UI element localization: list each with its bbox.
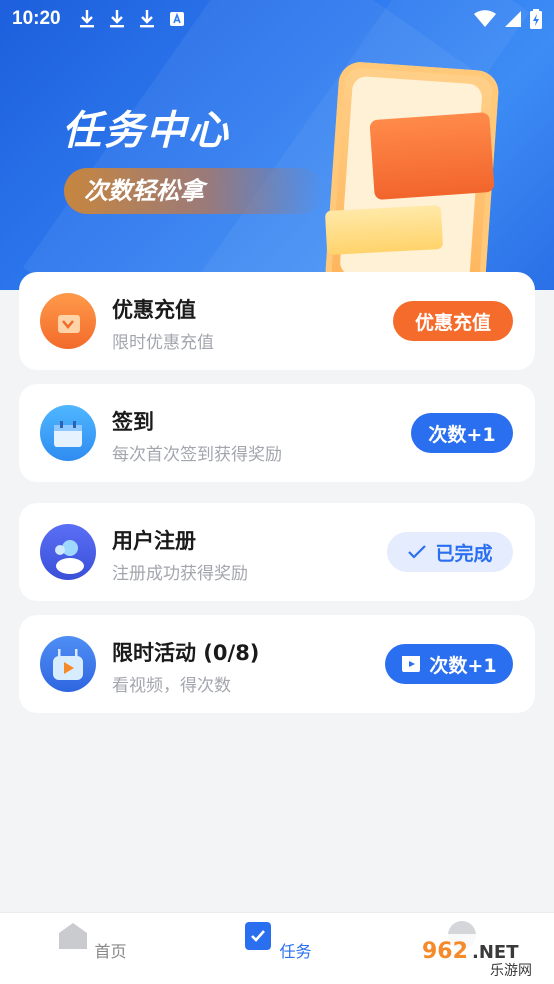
- task-desc: 限时优惠充值: [112, 333, 214, 353]
- battery-icon: [530, 9, 542, 29]
- svg-text:乐游网: 乐游网: [490, 963, 532, 979]
- task-card-register: 用户注册 注册成功获得奖励 已完成: [19, 503, 535, 601]
- task-name: 限时活动 (0/8): [112, 641, 260, 665]
- task-name: 签到: [112, 410, 154, 434]
- status-bar: 10:20: [0, 0, 554, 38]
- task-card-signin: 签到 每次首次签到获得奖励 次数+1: [19, 384, 535, 482]
- wifi-icon: [474, 10, 496, 27]
- phone-illustration-bar: [324, 204, 444, 256]
- phone-illustration-card: [369, 111, 495, 201]
- task-name: 优惠充值: [112, 298, 196, 322]
- video-icon: [402, 656, 421, 672]
- nav-item-home[interactable]: 首页: [52, 921, 132, 962]
- download-icon: [109, 10, 124, 28]
- status-time: 10:20: [12, 8, 61, 29]
- calendar-icon: [40, 405, 96, 461]
- video-button-label: 次数+1: [429, 654, 497, 677]
- nav-label: 任务: [279, 942, 312, 961]
- tv-robot-icon: [40, 636, 96, 692]
- discount-recharge-button[interactable]: 优惠充值: [393, 301, 513, 341]
- discount-icon: [40, 293, 96, 349]
- download-icon: [79, 10, 94, 28]
- banner: 10:20 任务中心 次数轻松拿: [0, 0, 554, 290]
- home-icon: [59, 923, 88, 949]
- task-name: 用户注册: [112, 529, 196, 553]
- task-card-discount: 优惠充值 限时优惠充值 优惠充值: [19, 272, 535, 370]
- task-desc: 注册成功获得奖励: [112, 564, 248, 584]
- task-desc: 每次首次签到获得奖励: [112, 445, 282, 465]
- page-title: 任务中心: [62, 108, 230, 154]
- completed-label: 已完成: [435, 542, 493, 565]
- task-desc: 看视频，得次数: [112, 676, 231, 696]
- svg-text:.NET: .NET: [472, 942, 519, 963]
- nav-label: 首页: [94, 942, 127, 961]
- task-card-limited-activity: 限时活动 (0/8) 看视频，得次数 次数+1: [19, 615, 535, 713]
- svg-text:962: 962: [422, 939, 468, 964]
- signal-icon: [505, 11, 521, 27]
- download-icon: [139, 10, 154, 28]
- check-icon: [408, 545, 427, 559]
- nav-item-task[interactable]: 任务: [237, 921, 317, 962]
- user-register-icon: [40, 524, 96, 580]
- watermark-logo: 962 .NET 乐游网: [414, 934, 550, 979]
- task-icon: [245, 922, 272, 950]
- banner-subtitle: 次数轻松拿: [64, 168, 324, 214]
- register-completed-button: 已完成: [387, 532, 513, 572]
- app-notification-icon: [169, 12, 184, 26]
- signin-reward-button[interactable]: 次数+1: [411, 413, 513, 453]
- watch-video-button[interactable]: 次数+1: [385, 644, 513, 684]
